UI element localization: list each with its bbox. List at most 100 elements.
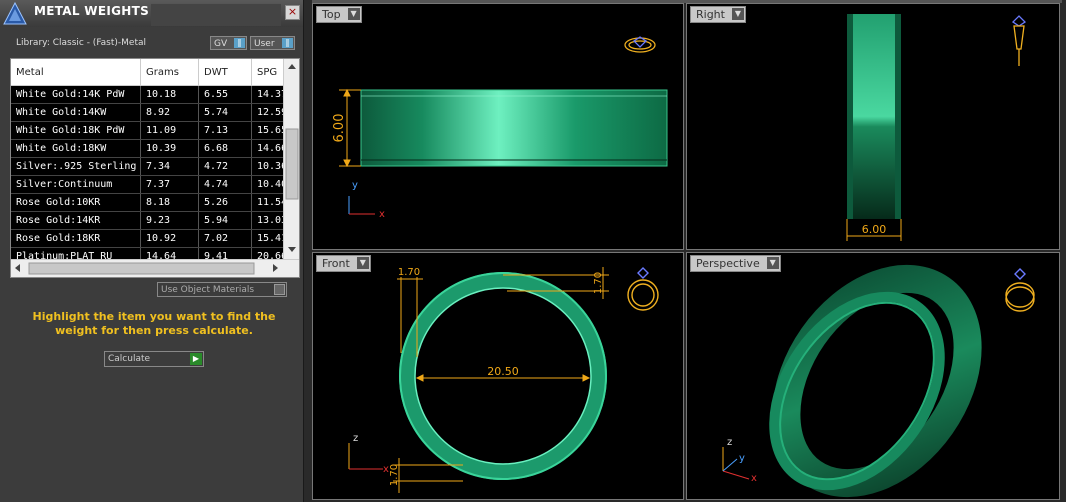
table-cell: 6.68 [198,139,252,158]
table-cell: Silver:Continuum [11,175,141,194]
table-row[interactable]: White Gold:18KW 10.39 6.68 14.66 [11,139,299,158]
calculate-button[interactable]: Calculate ▶ [104,351,204,367]
axis-y-label: y [352,180,358,191]
table-row[interactable]: Rose Gold:10KR 8.18 5.26 11.54 [11,193,299,212]
user-toggle[interactable]: User ‖ [250,36,295,50]
table-row[interactable]: Rose Gold:14KR 9.23 5.94 13.03 [11,211,299,230]
viewport-top[interactable]: 6.00 y x Top ▼ [312,3,684,250]
table-row[interactable]: White Gold:14KW 8.92 5.74 12.59 [11,103,299,122]
viewport-front[interactable]: 1.70 1.70 20.50 1.70 z x Front ▼ [312,252,684,500]
scroll-left-icon [15,264,20,272]
table-cell: 8.18 [140,193,199,212]
table-cell: 5.94 [198,211,252,230]
table-cell: 7.02 [198,229,252,248]
axis-indicator [348,196,375,215]
ring-top-icon [624,36,656,53]
viewport-label-perspective[interactable]: Perspective ▼ [690,255,781,272]
metal-table: Metal Grams DWT SPG White Gold:14K PdW 10… [10,58,300,278]
table-row[interactable]: White Gold:14K PdW 10.18 6.55 14.37 [11,85,299,104]
front-dim-right: 1.70 [593,272,604,294]
scroll-h-thumb [28,262,255,275]
table-cell: 7.37 [140,175,199,194]
metal-table-body: White Gold:14K PdW 10.18 6.55 14.37 White Go… [11,85,299,277]
play-arrow-icon: ▶ [190,353,202,365]
table-cell: 5.74 [198,103,252,122]
table-cell: Silver:.925 Sterling [11,157,141,176]
table-cell: 10.39 [140,139,199,158]
app-logo-icon [3,1,27,25]
table-cell: White Gold:14KW [11,103,141,122]
scroll-down-icon [288,247,296,252]
gv-label: GV [214,39,228,49]
table-cell: 7.34 [140,157,199,176]
axis-x-label: x [383,464,389,475]
checkbox-icon [274,284,285,295]
use-object-materials-label: Use Object Materials [161,285,255,295]
front-dim-bottom: 1.70 [389,464,400,486]
vertical-scrollbar[interactable] [283,59,299,259]
ring-perspective-shape [769,264,982,498]
calculate-label: Calculate [108,354,151,364]
scroll-up-icon [288,64,296,69]
axis-x-label: x [751,473,757,484]
vertical-scrollbar-graphic [285,64,299,252]
viewport-top-title: Top [322,8,341,21]
chevron-down-icon[interactable]: ▼ [347,8,360,20]
axis-z-label: z [727,437,732,448]
table-row[interactable]: Silver:Continuum 7.37 4.74 10.40 [11,175,299,194]
ring-front-icon [627,267,659,311]
ring-side-icon [1011,15,1027,66]
viewport-label-front[interactable]: Front ▼ [316,255,371,272]
right-view-canvas: 6.00 [846,14,1027,241]
viewport-right-title: Right [696,8,725,21]
front-dim-top: 1.70 [398,267,420,278]
column-header[interactable]: Metal [11,59,141,86]
top-view-canvas: 6.00 y x [332,36,668,220]
column-header[interactable]: DWT [198,59,252,86]
close-button[interactable]: × [285,5,300,20]
axis-z-label: z [353,433,358,444]
chevron-down-icon[interactable]: ▼ [731,8,744,20]
user-label: User [254,39,275,49]
table-row[interactable]: Silver:.925 Sterling 7.34 4.72 10.36 [11,157,299,176]
chevron-down-icon[interactable]: ▼ [766,257,779,269]
table-cell: Rose Gold:10KR [11,193,141,212]
axis-indicator [348,443,383,470]
horizontal-scrollbar[interactable] [11,259,299,277]
table-cell: 4.74 [198,175,252,194]
gv-toggle[interactable]: GV ‖ [210,36,247,50]
table-cell: Rose Gold:18KR [11,229,141,248]
front-dimension-lines [393,267,609,493]
scroll-thumb [285,128,299,200]
panel-title: METAL WEIGHTS [34,4,150,18]
table-cell: 5.26 [198,193,252,212]
ring-top-shape [360,89,668,167]
viewport-perspective[interactable]: z y x Perspective ▼ [686,252,1060,500]
user-toggle-icon: ‖ [282,38,293,48]
chevron-down-icon[interactable]: ▼ [356,257,369,269]
instruction-text: Highlight the item you want to find the … [32,310,276,337]
ring-side-shape [847,14,901,219]
table-cell: White Gold:18KW [11,139,141,158]
table-row[interactable]: Rose Gold:18KR 10.92 7.02 15.41 [11,229,299,248]
table-cell: White Gold:14K PdW [11,85,141,104]
table-cell: 10.18 [140,85,199,104]
axis-indicator [722,447,750,480]
table-cell: White Gold:18K PdW [11,121,141,140]
viewport-label-right[interactable]: Right ▼ [690,6,746,23]
axis-y-label: y [739,453,745,464]
use-object-materials-checkbox[interactable]: Use Object Materials [157,282,287,297]
top-dimension-text: 6.00 [332,114,347,143]
viewport-right[interactable]: 6.00 Right ▼ [686,3,1060,250]
horizontal-scrollbar-graphic [15,262,278,275]
front-view-canvas: 1.70 1.70 20.50 1.70 z x [348,267,659,493]
table-cell: 6.55 [198,85,252,104]
table-cell: Rose Gold:14KR [11,211,141,230]
table-cell: 7.13 [198,121,252,140]
viewport-label-top[interactable]: Top ▼ [316,6,362,23]
column-header[interactable]: Grams [140,59,199,86]
ring-perspective-icon [1005,268,1035,312]
panel-tab-strip [151,3,281,26]
table-row[interactable]: White Gold:18K PdW 11.09 7.13 15.65 [11,121,299,140]
table-cell: 9.23 [140,211,199,230]
